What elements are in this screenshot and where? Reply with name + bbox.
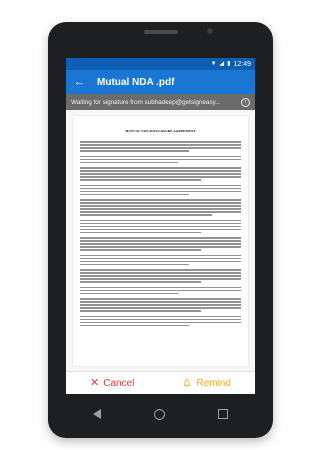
- text-line: [80, 289, 241, 291]
- text-line: [80, 254, 241, 256]
- nav-recent-icon[interactable]: [218, 409, 229, 419]
- document-paragraph: [80, 184, 241, 195]
- remind-label: Remind: [196, 377, 231, 389]
- document-paragraph: [80, 269, 241, 283]
- text-line: [80, 214, 213, 216]
- document-paragraph: [80, 199, 241, 216]
- signal-icon: ◢: [219, 61, 225, 67]
- bell-icon: [184, 379, 191, 388]
- text-line: [80, 184, 241, 186]
- text-line: [80, 321, 241, 323]
- document-body: [80, 141, 241, 326]
- phone-frame: ▼ ◢ ▮ 12:49 ← Mutual NDA .pdf Waiting fo…: [48, 22, 273, 438]
- document-paragraph: [80, 237, 241, 251]
- text-line: [80, 257, 241, 259]
- text-line: [80, 158, 241, 160]
- document-paragraph: [80, 141, 241, 152]
- close-icon: ✕: [90, 376, 100, 389]
- phone-speaker: [143, 30, 178, 34]
- text-line: [80, 179, 201, 181]
- text-line: [80, 315, 241, 317]
- text-line: [80, 263, 190, 265]
- text-line: [80, 167, 241, 169]
- text-line: [80, 211, 241, 213]
- cancel-button[interactable]: ✕ Cancel: [90, 376, 135, 389]
- battery-icon: ▮: [227, 61, 231, 67]
- arrow-left-icon[interactable]: ←: [74, 76, 85, 88]
- text-line: [80, 176, 241, 178]
- text-line: [80, 150, 190, 152]
- document-paragraph: [80, 155, 241, 163]
- document-paragraph: [80, 219, 241, 233]
- text-line: [80, 170, 241, 172]
- status-time: 12:49: [233, 60, 251, 68]
- text-line: [80, 318, 241, 320]
- document-viewer[interactable]: MUTUAL NON-DISCLOSURE AGREEMENT: [66, 110, 255, 372]
- text-line: [80, 222, 241, 224]
- text-line: [80, 161, 179, 163]
- text-line: [80, 281, 201, 283]
- text-line: [80, 301, 241, 303]
- text-line: [80, 286, 241, 288]
- document-paragraph: [80, 254, 241, 265]
- text-line: [80, 240, 241, 242]
- text-line: [80, 141, 241, 143]
- cancel-label: Cancel: [103, 377, 135, 389]
- text-line: [80, 304, 241, 306]
- text-line: [80, 260, 241, 262]
- action-bar: ✕ Cancel Remind: [66, 371, 255, 394]
- document-paragraph: [80, 315, 241, 326]
- text-line: [80, 225, 241, 227]
- text-line: [80, 246, 241, 248]
- text-line: [80, 249, 201, 251]
- text-line: [80, 272, 241, 274]
- nav-home-icon[interactable]: [153, 408, 165, 420]
- waiting-banner: Waiting for signature from subhadeep@get…: [66, 94, 255, 110]
- text-line: [80, 275, 241, 277]
- text-line: [80, 190, 241, 192]
- text-line: [80, 173, 241, 175]
- text-line: [80, 278, 241, 280]
- text-line: [80, 193, 190, 195]
- app-toolbar: ← Mutual NDA .pdf: [66, 70, 255, 94]
- text-line: [80, 324, 190, 326]
- status-bar: ▼ ◢ ▮ 12:49: [66, 58, 255, 70]
- text-line: [80, 269, 241, 271]
- document-paragraph: [80, 286, 241, 294]
- wifi-icon: ▼: [210, 61, 217, 67]
- text-line: [80, 310, 201, 312]
- text-line: [80, 298, 241, 300]
- page-title: Mutual NDA .pdf: [97, 76, 175, 88]
- text-line: [80, 155, 241, 157]
- document-paragraph: [80, 167, 241, 181]
- screen: ▼ ◢ ▮ 12:49 ← Mutual NDA .pdf Waiting fo…: [66, 58, 255, 394]
- document-paragraph: [80, 298, 241, 312]
- text-line: [80, 144, 241, 146]
- text-line: [80, 243, 241, 245]
- text-line: [80, 307, 241, 309]
- text-line: [80, 219, 241, 221]
- remind-button[interactable]: Remind: [182, 377, 231, 389]
- text-line: [80, 237, 241, 239]
- info-icon[interactable]: i: [241, 97, 250, 107]
- text-line: [80, 147, 241, 149]
- phone-camera: [207, 28, 213, 34]
- text-line: [80, 228, 241, 230]
- android-nav-bar: [66, 400, 255, 428]
- text-line: [80, 231, 201, 233]
- text-line: [80, 292, 179, 294]
- nav-back-icon[interactable]: [92, 409, 101, 419]
- text-line: [80, 187, 241, 189]
- document-heading: MUTUAL NON-DISCLOSURE AGREEMENT: [125, 129, 196, 133]
- waiting-text: Waiting for signature from subhadeep@get…: [71, 98, 221, 106]
- document-page: MUTUAL NON-DISCLOSURE AGREEMENT: [73, 116, 248, 366]
- text-line: [80, 205, 241, 207]
- text-line: [80, 199, 241, 201]
- text-line: [80, 208, 241, 210]
- text-line: [80, 202, 241, 204]
